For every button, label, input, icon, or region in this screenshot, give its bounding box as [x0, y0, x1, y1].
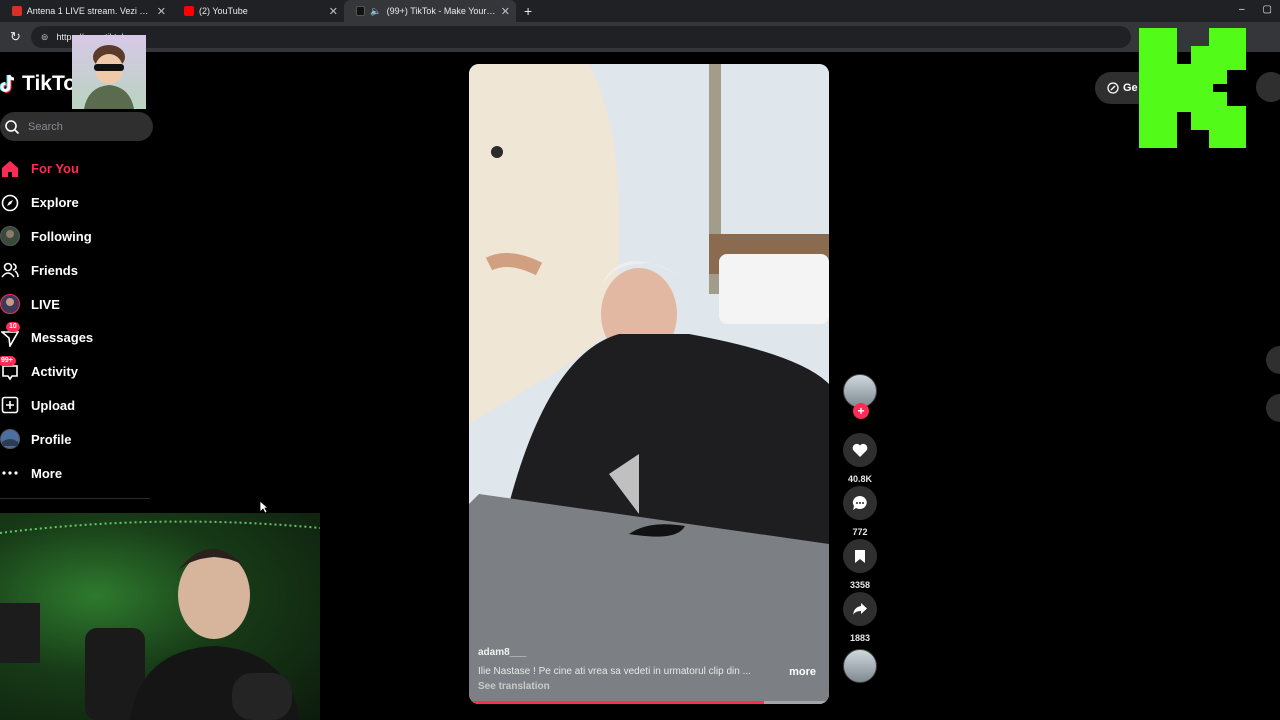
sidebar-item-live[interactable]: LIVE [0, 287, 200, 321]
sidebar-item-messages[interactable]: 10 Messages [0, 321, 200, 355]
sidebar-item-label: LIVE [31, 296, 60, 312]
sidebar-item-label: More [31, 465, 63, 481]
get-app-label: Ge [1123, 82, 1138, 94]
browser-tab-tiktok[interactable]: 🔈 (99+) TikTok - Make Your Day ✕ [344, 0, 516, 22]
save-count: 3358 [849, 580, 871, 590]
messages-badge: 10 [6, 321, 20, 332]
site-info-icon[interactable]: ⊜ [41, 32, 49, 43]
scroll-down-button[interactable] [1266, 394, 1280, 422]
activity-icon: 99+ [0, 355, 20, 382]
like-count: 40.8K [847, 474, 873, 484]
video-player[interactable]: adam8___ Ilie Nastase ! Pe cine ati vrea… [469, 64, 829, 704]
top-profile-avatar[interactable] [1256, 72, 1280, 102]
video-caption: Ilie Nastase ! Pe cine ati vrea sa vedet… [478, 666, 751, 677]
reload-icon[interactable]: ↻ [10, 29, 21, 45]
sidebar: TikTok Search For You Explore Following … [0, 35, 320, 514]
more-icon [0, 463, 20, 483]
antena-favicon-icon [12, 6, 22, 16]
video-actions: + 40.8K 772 3358 1883 [842, 374, 878, 683]
maximize-icon[interactable]: ▢ [1263, 4, 1272, 15]
comment-button[interactable] [843, 486, 877, 520]
live-avatar-icon [0, 294, 20, 315]
video-progress-bar[interactable] [469, 701, 829, 704]
follow-plus-icon[interactable]: + [853, 403, 869, 419]
activity-badge: 99+ [0, 355, 16, 366]
sidebar-item-label: For You [31, 161, 79, 177]
sidebar-item-label: Messages [31, 330, 94, 346]
share-arrow-icon [853, 603, 867, 615]
bookmark-icon [855, 549, 865, 563]
home-icon [0, 159, 20, 179]
save-button[interactable] [843, 539, 877, 573]
youtube-favicon-icon [184, 6, 194, 16]
profile-avatar-icon [0, 429, 20, 450]
see-translation-link[interactable]: See translation [478, 681, 820, 692]
browser-toolbar: ↻ ⊜ https://www.tiktok.com [0, 22, 1280, 52]
tab-title: (99+) TikTok - Make Your Day [386, 6, 496, 16]
sidebar-item-label: Explore [31, 195, 79, 211]
upload-icon [0, 395, 20, 415]
tiktok-note-icon [0, 74, 15, 93]
window-controls: – ▢ [1239, 4, 1272, 15]
speaker-icon[interactable]: 🔈 [370, 6, 381, 17]
sidebar-divider [0, 498, 150, 499]
minimize-icon[interactable]: – [1239, 4, 1245, 15]
tiktok-favicon-icon [356, 6, 366, 16]
new-tab-icon[interactable]: + [524, 3, 532, 19]
address-bar[interactable]: ⊜ https://www.tiktok.com [30, 26, 1131, 48]
comment-count: 772 [852, 527, 868, 537]
friends-icon [0, 260, 20, 280]
get-app-icon [1107, 82, 1119, 94]
search-placeholder: Search [28, 120, 63, 133]
search-input[interactable]: Search [0, 112, 153, 141]
sidebar-item-label: Profile [31, 431, 72, 447]
creator-avatar[interactable]: + [843, 374, 877, 419]
mouse-cursor-icon [259, 500, 269, 514]
like-button[interactable] [843, 433, 877, 467]
comment-icon [852, 495, 867, 510]
sidebar-item-for-you[interactable]: For You [0, 152, 200, 186]
caption-more-button[interactable]: more [789, 666, 816, 678]
sidebar-item-label: Activity [31, 364, 78, 380]
webcam-overlay [0, 513, 320, 720]
video-caption-row: Ilie Nastase ! Pe cine ati vrea sa vedet… [478, 666, 820, 678]
compass-icon [0, 193, 20, 213]
sound-disc-avatar[interactable] [843, 649, 877, 683]
tab-close-icon[interactable]: ✕ [501, 5, 510, 18]
heart-icon [852, 443, 868, 457]
sidebar-item-following[interactable]: Following [0, 220, 200, 254]
sidebar-item-label: Following [31, 228, 92, 244]
kick-logo-icon [1139, 28, 1246, 148]
video-info: adam8___ Ilie Nastase ! Pe cine ati vrea… [478, 647, 820, 692]
sidebar-item-profile[interactable]: Profile [0, 422, 200, 456]
messages-icon: 10 [0, 321, 20, 348]
browser-tab-antena[interactable]: Antena 1 LIVE stream. Vezi online ✕ [0, 0, 172, 22]
browser-tab-youtube[interactable]: (2) YouTube ✕ [172, 0, 344, 22]
sidebar-item-explore[interactable]: Explore [0, 186, 200, 220]
sidebar-item-friends[interactable]: Friends [0, 253, 200, 287]
tab-close-icon[interactable]: ✕ [329, 5, 338, 18]
sidebar-item-label: Friends [31, 262, 78, 278]
sidebar-item-label: Upload [31, 397, 76, 413]
tab-title: Antena 1 LIVE stream. Vezi online [26, 6, 152, 16]
search-icon [5, 119, 20, 134]
browser-tab-strip: Antena 1 LIVE stream. Vezi online ✕ (2) … [0, 0, 1280, 22]
sidebar-item-activity[interactable]: 99+ Activity [0, 355, 200, 389]
share-count: 1883 [849, 633, 871, 643]
video-progress-fill [469, 701, 765, 704]
video-frame [469, 64, 829, 704]
sidebar-item-upload[interactable]: Upload [0, 389, 200, 423]
tab-close-icon[interactable]: ✕ [157, 5, 166, 18]
streamer-avatar-sticker [72, 35, 146, 109]
sidebar-item-more[interactable]: More [0, 456, 200, 490]
following-avatar-icon [0, 226, 20, 247]
scroll-up-button[interactable] [1266, 346, 1280, 374]
sidebar-nav: For You Explore Following Friends LIVE 1… [0, 152, 200, 490]
video-username[interactable]: adam8___ [478, 647, 820, 658]
tab-title: (2) YouTube [199, 6, 248, 16]
share-button[interactable] [843, 592, 877, 626]
